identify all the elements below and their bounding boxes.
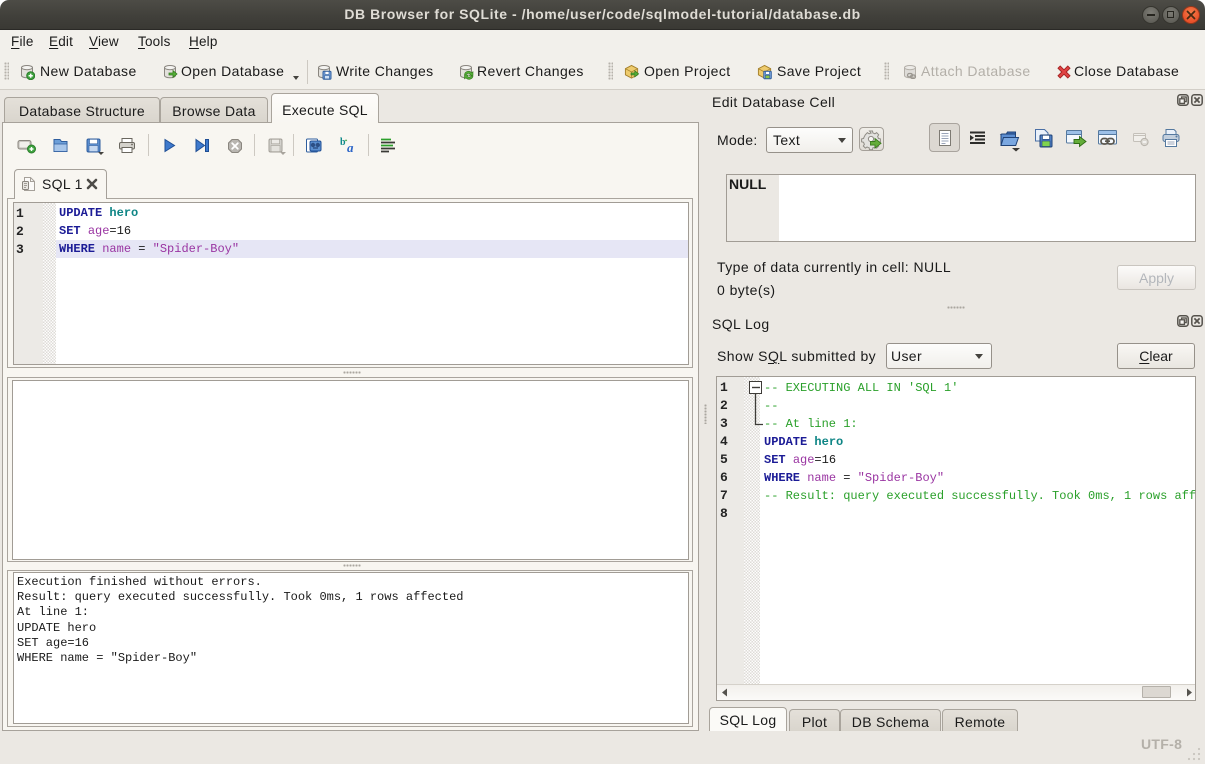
svg-text:a: a [347, 140, 354, 155]
svg-text:b: b [340, 137, 346, 148]
